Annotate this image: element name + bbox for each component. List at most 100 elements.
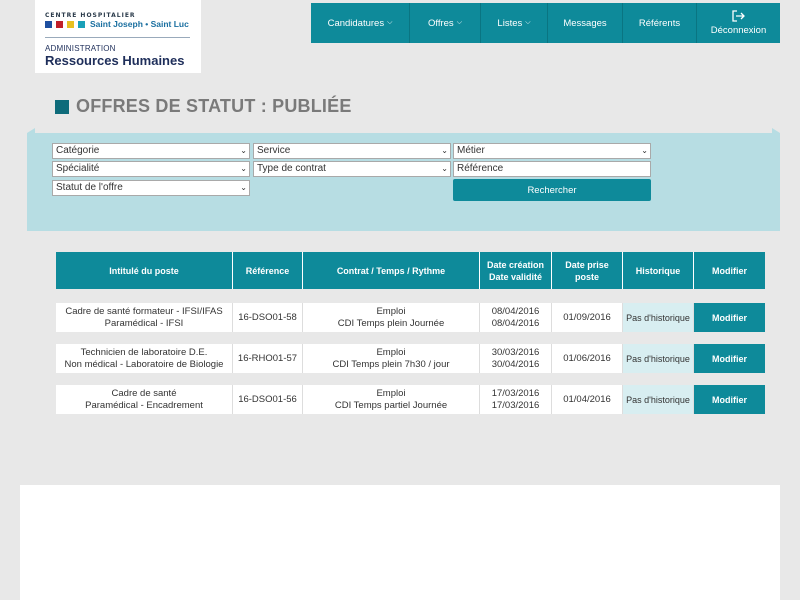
nav-candidatures[interactable]: Candidatures ⌵: [311, 3, 410, 43]
chevron-down-icon: ⌵: [387, 19, 393, 26]
cell-date-creation: 08/04/2016: [491, 305, 540, 317]
search-button[interactable]: Rechercher: [453, 179, 651, 201]
cell-intitule-title: Technicien de laboratoire D.E.: [80, 346, 208, 358]
header-date-prise: Date prise poste: [552, 252, 623, 289]
specialite-select[interactable]: Spécialité ⌄: [52, 161, 250, 177]
chevron-down-icon: ⌄: [641, 146, 648, 155]
metier-select[interactable]: Métier ⌄: [453, 143, 651, 159]
header-date-validite: Date validité: [488, 271, 543, 282]
header-reference: Référence: [233, 252, 303, 289]
chevron-down-icon: ⌵: [525, 19, 531, 26]
nav-referents[interactable]: Référents: [623, 3, 697, 43]
statut-select-value: Statut de l'offre: [56, 182, 123, 193]
nav-offres-label: Offres: [427, 17, 454, 29]
logo-squares: [45, 21, 85, 28]
nav-listes[interactable]: Listes ⌵: [481, 3, 548, 43]
cell-dates: 17/03/2016 17/03/2016: [480, 385, 552, 414]
type-contrat-select-value: Type de contrat: [257, 163, 326, 174]
chevron-down-icon: ⌄: [441, 164, 448, 173]
specialite-select-value: Spécialité: [56, 163, 100, 174]
modifier-button[interactable]: Modifier: [694, 303, 765, 332]
cell-reference: 16-DSO01-58: [233, 303, 303, 332]
type-contrat-select[interactable]: Type de contrat ⌄: [253, 161, 451, 177]
logo-hr-label: Ressources Humaines: [45, 53, 185, 68]
logo-admin-label: ADMINISTRATION: [45, 44, 116, 53]
cell-date-prise: 01/09/2016: [552, 303, 623, 332]
nav-candidatures-label: Candidatures: [327, 17, 385, 29]
cell-date-creation: 30/03/2016: [491, 346, 540, 358]
logout-button[interactable]: Déconnexion: [697, 3, 780, 43]
cell-intitule-dept: Non médical - Laboratoire de Biologie: [64, 358, 224, 370]
cell-reference: 16-RHO01-57: [233, 344, 303, 373]
cell-intitule: Cadre de santé Paramédical - Encadrement: [56, 385, 233, 414]
cell-contrat-type: Emploi: [376, 387, 406, 399]
cell-date-validite: 08/04/2016: [491, 317, 540, 329]
cell-dates: 08/04/2016 08/04/2016: [480, 303, 552, 332]
header-historique: Historique: [623, 252, 694, 289]
service-select[interactable]: Service ⌄: [253, 143, 451, 159]
service-select-value: Service: [257, 145, 291, 156]
footer-area: [20, 485, 780, 600]
chevron-down-icon: ⌄: [441, 146, 448, 155]
chevron-down-icon: ⌵: [456, 19, 462, 26]
cell-intitule-title: Cadre de santé formateur - IFSI/IFAS: [65, 305, 223, 317]
metier-select-value: Métier: [457, 145, 485, 156]
statut-select[interactable]: Statut de l'offre ⌄: [52, 180, 250, 196]
cell-date-validite: 30/04/2016: [491, 358, 540, 370]
cell-intitule-dept: Paramédical - Encadrement: [85, 399, 203, 411]
nav-offres[interactable]: Offres ⌵: [410, 3, 481, 43]
logo-hospital-label: CENTRE HOSPITALIER: [45, 12, 136, 19]
logo-hospital-name: Saint Joseph • Saint Luc: [90, 19, 189, 29]
cell-contrat: Emploi CDI Temps plein Journée: [303, 303, 480, 332]
reference-input[interactable]: Référence: [453, 161, 651, 177]
top-nav: Candidatures ⌵ Offres ⌵ Listes ⌵ Message…: [311, 3, 780, 43]
logout-label: Déconnexion: [710, 25, 767, 36]
header-date-creation: Date création: [486, 259, 545, 270]
cell-contrat-detail: CDI Temps plein Journée: [337, 317, 445, 329]
nav-referents-label: Référents: [638, 17, 681, 29]
page-title: OFFRES DE STATUT : PUBLIÉE: [55, 96, 352, 117]
cell-date-prise: 01/06/2016: [552, 344, 623, 373]
chevron-down-icon: ⌄: [240, 183, 247, 192]
cell-historique: Pas d'historique: [623, 303, 694, 332]
cell-intitule-title: Cadre de santé: [111, 387, 177, 399]
table-row: Cadre de santé formateur - IFSI/IFAS Par…: [56, 303, 765, 332]
table-header: Intitulé du poste Référence Contrat / Te…: [56, 252, 765, 289]
header-intitule: Intitulé du poste: [56, 252, 233, 289]
table-row: Cadre de santé Paramédical - Encadrement…: [56, 385, 765, 414]
nav-messages-label: Messages: [563, 17, 607, 29]
header-dates: Date création Date validité: [480, 252, 552, 289]
cell-contrat: Emploi CDI Temps partiel Journée: [303, 385, 480, 414]
page-title-text: OFFRES DE STATUT : PUBLIÉE: [76, 96, 352, 116]
cell-date-creation: 17/03/2016: [491, 387, 540, 399]
table-row: Technicien de laboratoire D.E. Non médic…: [56, 344, 765, 373]
nav-listes-label: Listes: [497, 17, 523, 29]
cell-dates: 30/03/2016 30/04/2016: [480, 344, 552, 373]
cell-date-validite: 17/03/2016: [491, 399, 540, 411]
categorie-select-value: Catégorie: [56, 145, 100, 156]
cell-intitule-dept: Paramédical - IFSI: [104, 317, 184, 329]
cell-contrat-type: Emploi: [376, 346, 406, 358]
cell-contrat-detail: CDI Temps plein 7h30 / jour: [332, 358, 450, 370]
modifier-button[interactable]: Modifier: [694, 344, 765, 373]
cell-contrat-type: Emploi: [376, 305, 406, 317]
logo: CENTRE HOSPITALIER Saint Joseph • Saint …: [35, 0, 201, 73]
cell-intitule: Technicien de laboratoire D.E. Non médic…: [56, 344, 233, 373]
cell-intitule: Cadre de santé formateur - IFSI/IFAS Par…: [56, 303, 233, 332]
logout-icon: [732, 10, 745, 22]
logo-divider: [45, 37, 190, 38]
cell-historique: Pas d'historique: [623, 385, 694, 414]
cell-contrat: Emploi CDI Temps plein 7h30 / jour: [303, 344, 480, 373]
title-square-icon: [55, 99, 69, 114]
cell-reference: 16-DSO01-56: [233, 385, 303, 414]
cell-contrat-detail: CDI Temps partiel Journée: [334, 399, 448, 411]
categorie-select[interactable]: Catégorie ⌄: [52, 143, 250, 159]
header-contrat: Contrat / Temps / Rythme: [303, 252, 480, 289]
cell-historique: Pas d'historique: [623, 344, 694, 373]
modifier-button[interactable]: Modifier: [694, 385, 765, 414]
chevron-down-icon: ⌄: [240, 164, 247, 173]
cell-date-prise: 01/04/2016: [552, 385, 623, 414]
nav-messages[interactable]: Messages: [548, 3, 623, 43]
header-modifier: Modifier: [694, 252, 765, 289]
chevron-down-icon: ⌄: [240, 146, 247, 155]
